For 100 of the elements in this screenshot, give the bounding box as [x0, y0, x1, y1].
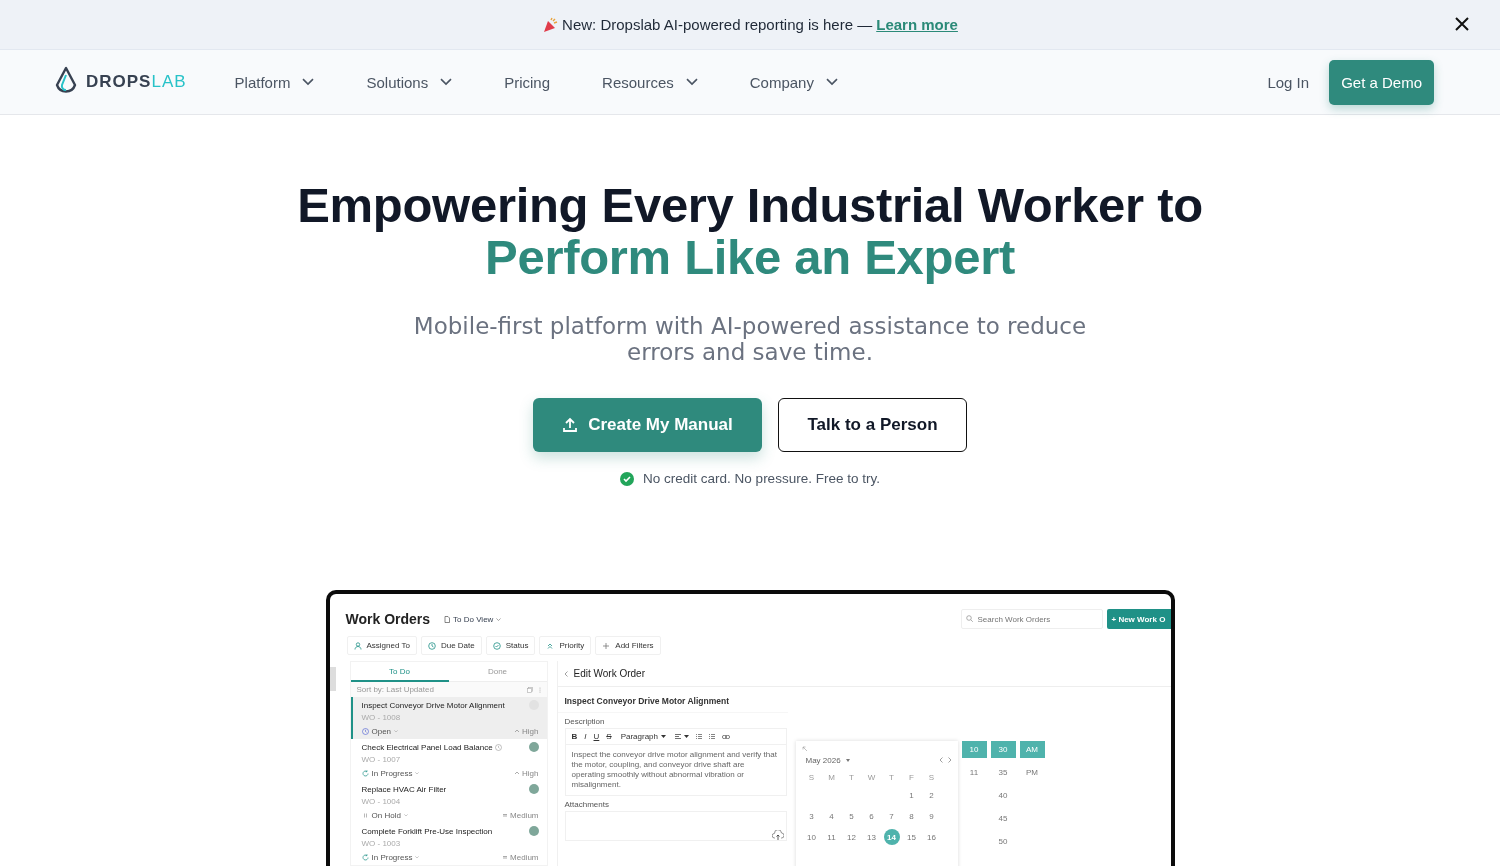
calendar-day[interactable]: 12	[843, 829, 860, 845]
priority-label: Medium	[510, 852, 539, 862]
party-popper-icon	[542, 16, 559, 33]
side-handle[interactable]	[329, 667, 336, 691]
work-order-title: Replace HVAC Air Filter	[361, 785, 447, 795]
status-label[interactable]: Open	[371, 726, 392, 736]
calendar-day[interactable]: 3	[803, 808, 820, 824]
nav-menu-item[interactable]: Platform	[208, 73, 341, 91]
calendar-day[interactable]: 13	[863, 829, 880, 845]
filter-chip[interactable]: Assigned To	[346, 636, 417, 655]
calendar-day[interactable]: 2	[923, 787, 940, 803]
logo-wordmark[interactable]: DROPSLAB	[86, 72, 187, 92]
filter-chip[interactable]: Status	[485, 636, 536, 655]
calendar-day[interactable]: 9	[923, 808, 940, 824]
upload-icon	[562, 417, 579, 433]
chevron-down-icon	[496, 617, 502, 621]
weekday-label: S	[927, 773, 936, 782]
format-button[interactable]: S	[606, 732, 612, 741]
chevron-down-icon	[440, 78, 453, 86]
minute-option[interactable]: 50	[990, 833, 1016, 850]
calendar-day[interactable]: 7	[883, 808, 900, 824]
status-label[interactable]: On Hold	[371, 810, 401, 820]
hour-option[interactable]: 11	[961, 764, 987, 781]
banner-text: New: Dropslab AI-powered reporting is here —	[562, 16, 873, 33]
link-icon	[722, 734, 730, 739]
nav-menu-item[interactable]: Company	[723, 73, 864, 91]
reassurance-note: No credit card. No pressure. Free to try.	[643, 471, 880, 486]
work-order-item[interactable]: Replace HVAC Air Filter WO - 1004 On Hold Medium	[350, 781, 547, 823]
learn-more-link[interactable]: Learn more	[876, 16, 958, 33]
avatar-icon	[528, 826, 539, 836]
equals-icon	[502, 854, 509, 861]
nav-menu-item[interactable]: Solutions	[340, 73, 479, 91]
calendar-day[interactable]: 11	[823, 829, 840, 845]
bullet-list-icon	[709, 734, 715, 739]
plus-icon	[602, 641, 611, 650]
chevron-down-icon	[415, 771, 420, 775]
nav-menu-item[interactable]: Resources	[576, 73, 724, 91]
chevron-up-icon	[514, 728, 521, 735]
chevron-down-icon	[415, 855, 420, 859]
refresh-icon	[361, 853, 369, 861]
minute-option[interactable]: 45	[990, 810, 1016, 827]
calendar-day[interactable]: 5	[843, 808, 860, 824]
create-manual-button[interactable]: Create My Manual	[533, 398, 762, 452]
calendar-day[interactable]: 16	[923, 829, 940, 845]
work-order-item[interactable]: Check Electrical Panel Load Balance WO - 1007 In Progress High	[350, 739, 547, 781]
description-text: Inspect the conveyor drive motor alignment and verify that the motor, coupling, and conveyor drive shaft are operating smoothly without abnormal vibration or misalignment.	[570, 749, 778, 791]
paragraph-dropdown[interactable]: Paragraph	[618, 732, 668, 741]
field-label: Attachments	[564, 800, 609, 809]
priority-label: Medium	[510, 810, 539, 820]
weekday-label: T	[888, 773, 895, 782]
weekday-label: M	[827, 773, 836, 782]
nav-menu-item[interactable]: Pricing	[478, 73, 577, 91]
chevron-down-icon	[825, 78, 838, 86]
numbered-list-icon	[696, 734, 702, 739]
hero-subtitle: Mobile-first platform with AI-powered assistance to reduce errors and save time.	[412, 313, 1088, 365]
clock-icon	[427, 641, 436, 650]
filter-chip[interactable]: Due Date	[420, 636, 482, 655]
description-editor[interactable]: B I U S Paragraph Inspect the conveyor drive motor alignment and verify that the motor, coupling, and conveyor drive shaft are operating smoothly without abnormal vibration or misalignment.	[564, 728, 787, 796]
search-icon	[965, 615, 973, 622]
calendar-day[interactable]: 8	[903, 808, 920, 824]
refresh-icon	[361, 769, 369, 777]
filter-chip[interactable]: Priority	[539, 636, 592, 655]
previous-month-icon	[938, 757, 943, 763]
new-work-order-button[interactable]: + New Work O	[1106, 609, 1171, 629]
work-order-name: Inspect Conveyor Drive Motor Alignment	[557, 687, 788, 713]
work-order-code: WO - 1004	[361, 796, 402, 808]
period-option[interactable]: PM	[1019, 764, 1045, 781]
view-selector[interactable]: To Do View	[444, 614, 502, 624]
demo-button[interactable]: Get a Demo	[1329, 59, 1434, 105]
calendar-day[interactable]: 10	[803, 829, 820, 845]
hero-heading: Empowering Every Industrial Worker to	[297, 179, 1203, 231]
work-order-code: WO - 1003	[361, 838, 402, 850]
close-button[interactable]	[1455, 17, 1469, 31]
priority-label: High	[522, 726, 539, 736]
status-label[interactable]: In Progress	[371, 768, 413, 778]
format-button[interactable]: B	[571, 732, 578, 741]
talk-to-person-button[interactable]: Talk to a Person	[778, 398, 967, 452]
avatar-icon	[528, 742, 539, 752]
person-icon	[353, 641, 362, 650]
next-month-icon	[947, 757, 952, 763]
minute-option[interactable]: 35	[990, 764, 1016, 781]
work-order-item[interactable]: Complete Forklift Pre-Use Inspection WO - 1003 In Progress Medium	[350, 823, 547, 865]
avatar-icon	[528, 784, 539, 794]
format-button[interactable]: I	[584, 732, 587, 741]
minute-option[interactable]: 40	[990, 787, 1016, 804]
calendar-day[interactable]: 6	[863, 808, 880, 824]
login-link[interactable]: Log In	[1267, 73, 1310, 91]
search-field[interactable]: Search Work Orders	[960, 609, 1103, 629]
work-order-title: Check Electrical Panel Load Balance	[361, 743, 493, 753]
weekday-label: W	[866, 773, 877, 782]
calendar-day[interactable]: 15	[903, 829, 920, 845]
priority-label: High	[522, 768, 539, 778]
filter-chip[interactable]: Add Filters	[595, 636, 661, 655]
month-selector[interactable]: May 2026	[805, 755, 841, 765]
calendar-day[interactable]: 1	[903, 787, 920, 803]
format-button[interactable]: U	[593, 732, 600, 741]
pause-icon	[361, 811, 369, 819]
calendar-day[interactable]: 4	[823, 808, 840, 824]
caret-icon	[661, 735, 666, 738]
status-label[interactable]: In Progress	[371, 852, 413, 862]
